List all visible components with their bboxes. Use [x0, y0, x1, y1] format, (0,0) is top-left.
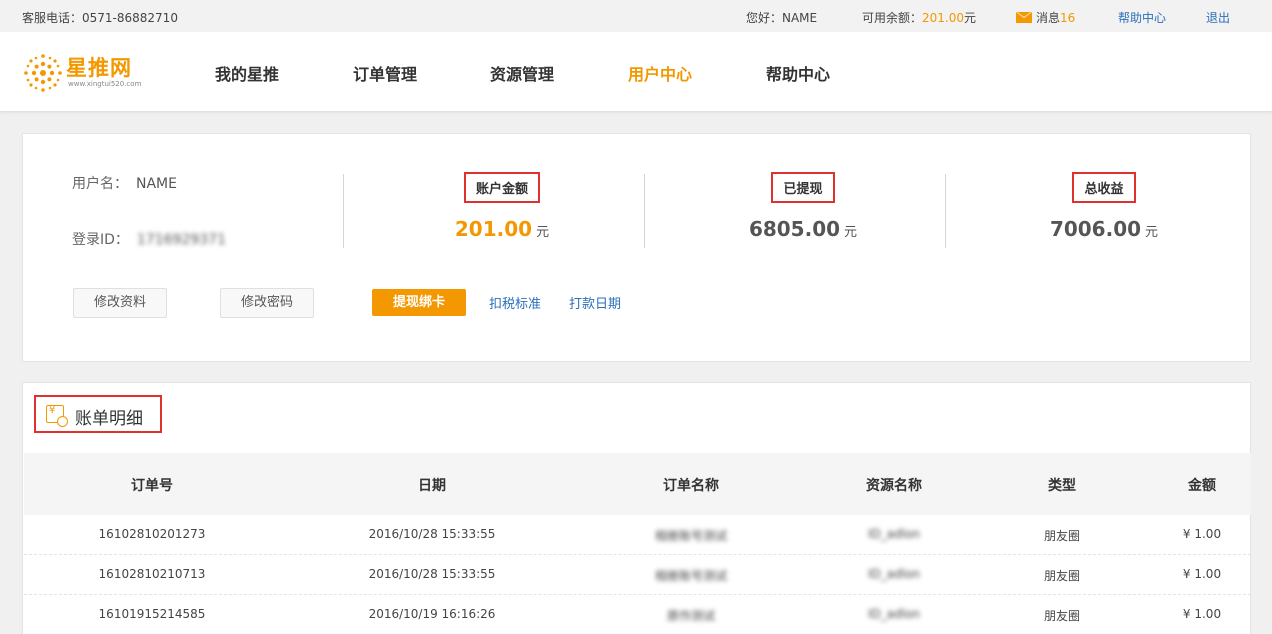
stat-amount: 7006.00 元: [954, 217, 1254, 241]
service-hotline: 客服电话：0571-86882710: [22, 11, 178, 25]
order-name: 原作测试: [666, 609, 715, 623]
user-greeting: 您好：NAME: [746, 11, 818, 25]
order-amount: ¥ 1.00: [1182, 567, 1222, 581]
resource-name: ID_adlon: [867, 607, 921, 621]
login-id-row: 登录ID： 1716929371: [72, 229, 226, 249]
logo-url: www.xingtui520.com: [68, 80, 142, 88]
order-name: 相册账号测试: [654, 569, 727, 583]
balance-label: 可用余额：: [862, 11, 923, 25]
payment-date-link[interactable]: 打款日期: [569, 293, 621, 312]
table-row[interactable]: 16101915214585 2016/10/19 16:16:26 原作测试 …: [24, 595, 1251, 634]
stat-amount: 6805.00 元: [653, 217, 953, 241]
nav-user-center[interactable]: 用户中心: [628, 61, 692, 85]
stat-withdrawn: 已提现 6805.00 元: [653, 172, 953, 241]
logout-link[interactable]: 退出: [1206, 9, 1230, 26]
logo-brand: 星推网: [66, 56, 132, 80]
resource-name: ID_adlon: [867, 527, 921, 541]
order-amount: ¥ 1.00: [1182, 527, 1222, 541]
bill-detail-heading: 账单明细: [34, 395, 162, 433]
username-label: 用户名：: [72, 176, 128, 192]
balance-value: 201.00: [922, 11, 965, 25]
messages-link[interactable]: 消息16: [1016, 9, 1075, 26]
column-header: 日期: [418, 478, 446, 494]
stat-label: 已提现: [771, 172, 835, 203]
stat-unit: 元: [1145, 225, 1159, 240]
stat-account-balance: 账户金额 201.00 元: [352, 172, 652, 241]
column-header: 金额: [1188, 478, 1216, 494]
order-number: 16102810210713: [98, 567, 206, 581]
stat-unit: 元: [844, 225, 858, 240]
tax-standard-link[interactable]: 扣税标准: [489, 293, 541, 312]
top-bar: 客服电话：0571-86882710 您好：NAME 可用余额：201.00元 …: [0, 0, 1272, 32]
sun-logo-icon: [24, 54, 62, 92]
nav-resource-management[interactable]: 资源管理: [490, 61, 554, 85]
divider: [343, 174, 344, 248]
nav-order-management[interactable]: 订单管理: [353, 61, 417, 85]
change-password-button[interactable]: 修改密码: [220, 288, 314, 318]
username-row: 用户名： NAME: [72, 173, 177, 193]
table-row[interactable]: 16102810210713 2016/10/28 15:33:55 相册账号测…: [24, 555, 1251, 595]
order-number: 16102810201273: [98, 527, 206, 541]
login-id-label: 登录ID：: [72, 232, 129, 248]
edit-profile-button[interactable]: 修改资料: [73, 288, 167, 318]
available-balance: 可用余额：201.00元: [862, 9, 976, 26]
site-logo[interactable]: 星推网 www.xingtui520.com: [22, 50, 152, 94]
help-center-link[interactable]: 帮助中心: [1118, 9, 1166, 26]
stat-amount-value: 201.00: [454, 217, 533, 241]
stat-amount-value: 6805.00: [748, 217, 841, 241]
table-row[interactable]: 16102810201273 2016/10/28 15:33:55 相册账号测…: [24, 515, 1251, 555]
balance-unit: 元: [964, 11, 977, 25]
stat-amount-value: 7006.00: [1049, 217, 1142, 241]
messages-label: 消息: [1036, 11, 1061, 25]
nav-help-center[interactable]: 帮助中心: [766, 61, 830, 85]
column-header: 资源名称: [866, 478, 922, 494]
bill-detail-title: 账单明细: [75, 409, 143, 429]
bill-detail-card: 账单明细 订单号 日期 订单名称 资源名称 类型 金额 161028102012…: [22, 382, 1251, 634]
username-value: NAME: [136, 176, 177, 192]
nav-my-xingtui[interactable]: 我的星推: [215, 61, 279, 85]
column-header: 订单号: [131, 478, 173, 494]
order-amount: ¥ 1.00: [1182, 607, 1222, 621]
stat-amount: 201.00 元: [352, 217, 652, 241]
login-id-value: 1716929371: [136, 232, 226, 248]
order-name: 相册账号测试: [654, 529, 727, 543]
order-type: 朋友圈: [1043, 569, 1080, 583]
order-type: 朋友圈: [1043, 609, 1080, 623]
order-type: 朋友圈: [1043, 529, 1080, 543]
stat-unit: 元: [536, 225, 550, 240]
order-date: 2016/10/19 16:16:26: [368, 607, 496, 621]
mail-icon: [1016, 12, 1032, 23]
order-number: 16101915214585: [98, 607, 206, 621]
account-summary-card: 用户名： NAME 登录ID： 1716929371 账户金额 201.00 元 已提…: [22, 133, 1251, 362]
main-header: 星推网 www.xingtui520.com 我的星推 订单管理 资源管理 用户…: [0, 32, 1272, 112]
order-date: 2016/10/28 15:33:55: [368, 567, 496, 581]
bill-clock-icon: [46, 405, 68, 427]
stat-label: 总收益: [1072, 172, 1136, 203]
stat-total-income: 总收益 7006.00 元: [954, 172, 1254, 241]
stat-label: 账户金额: [463, 172, 540, 203]
column-header: 类型: [1048, 478, 1076, 494]
column-header: 订单名称: [663, 478, 719, 494]
withdraw-bind-card-button[interactable]: 提现绑卡: [372, 289, 466, 316]
table-header: 订单号 日期 订单名称 资源名称 类型 金额: [24, 453, 1251, 515]
resource-name: ID_adlon: [867, 567, 921, 581]
messages-count: 16: [1060, 11, 1076, 25]
order-date: 2016/10/28 15:33:55: [368, 527, 496, 541]
